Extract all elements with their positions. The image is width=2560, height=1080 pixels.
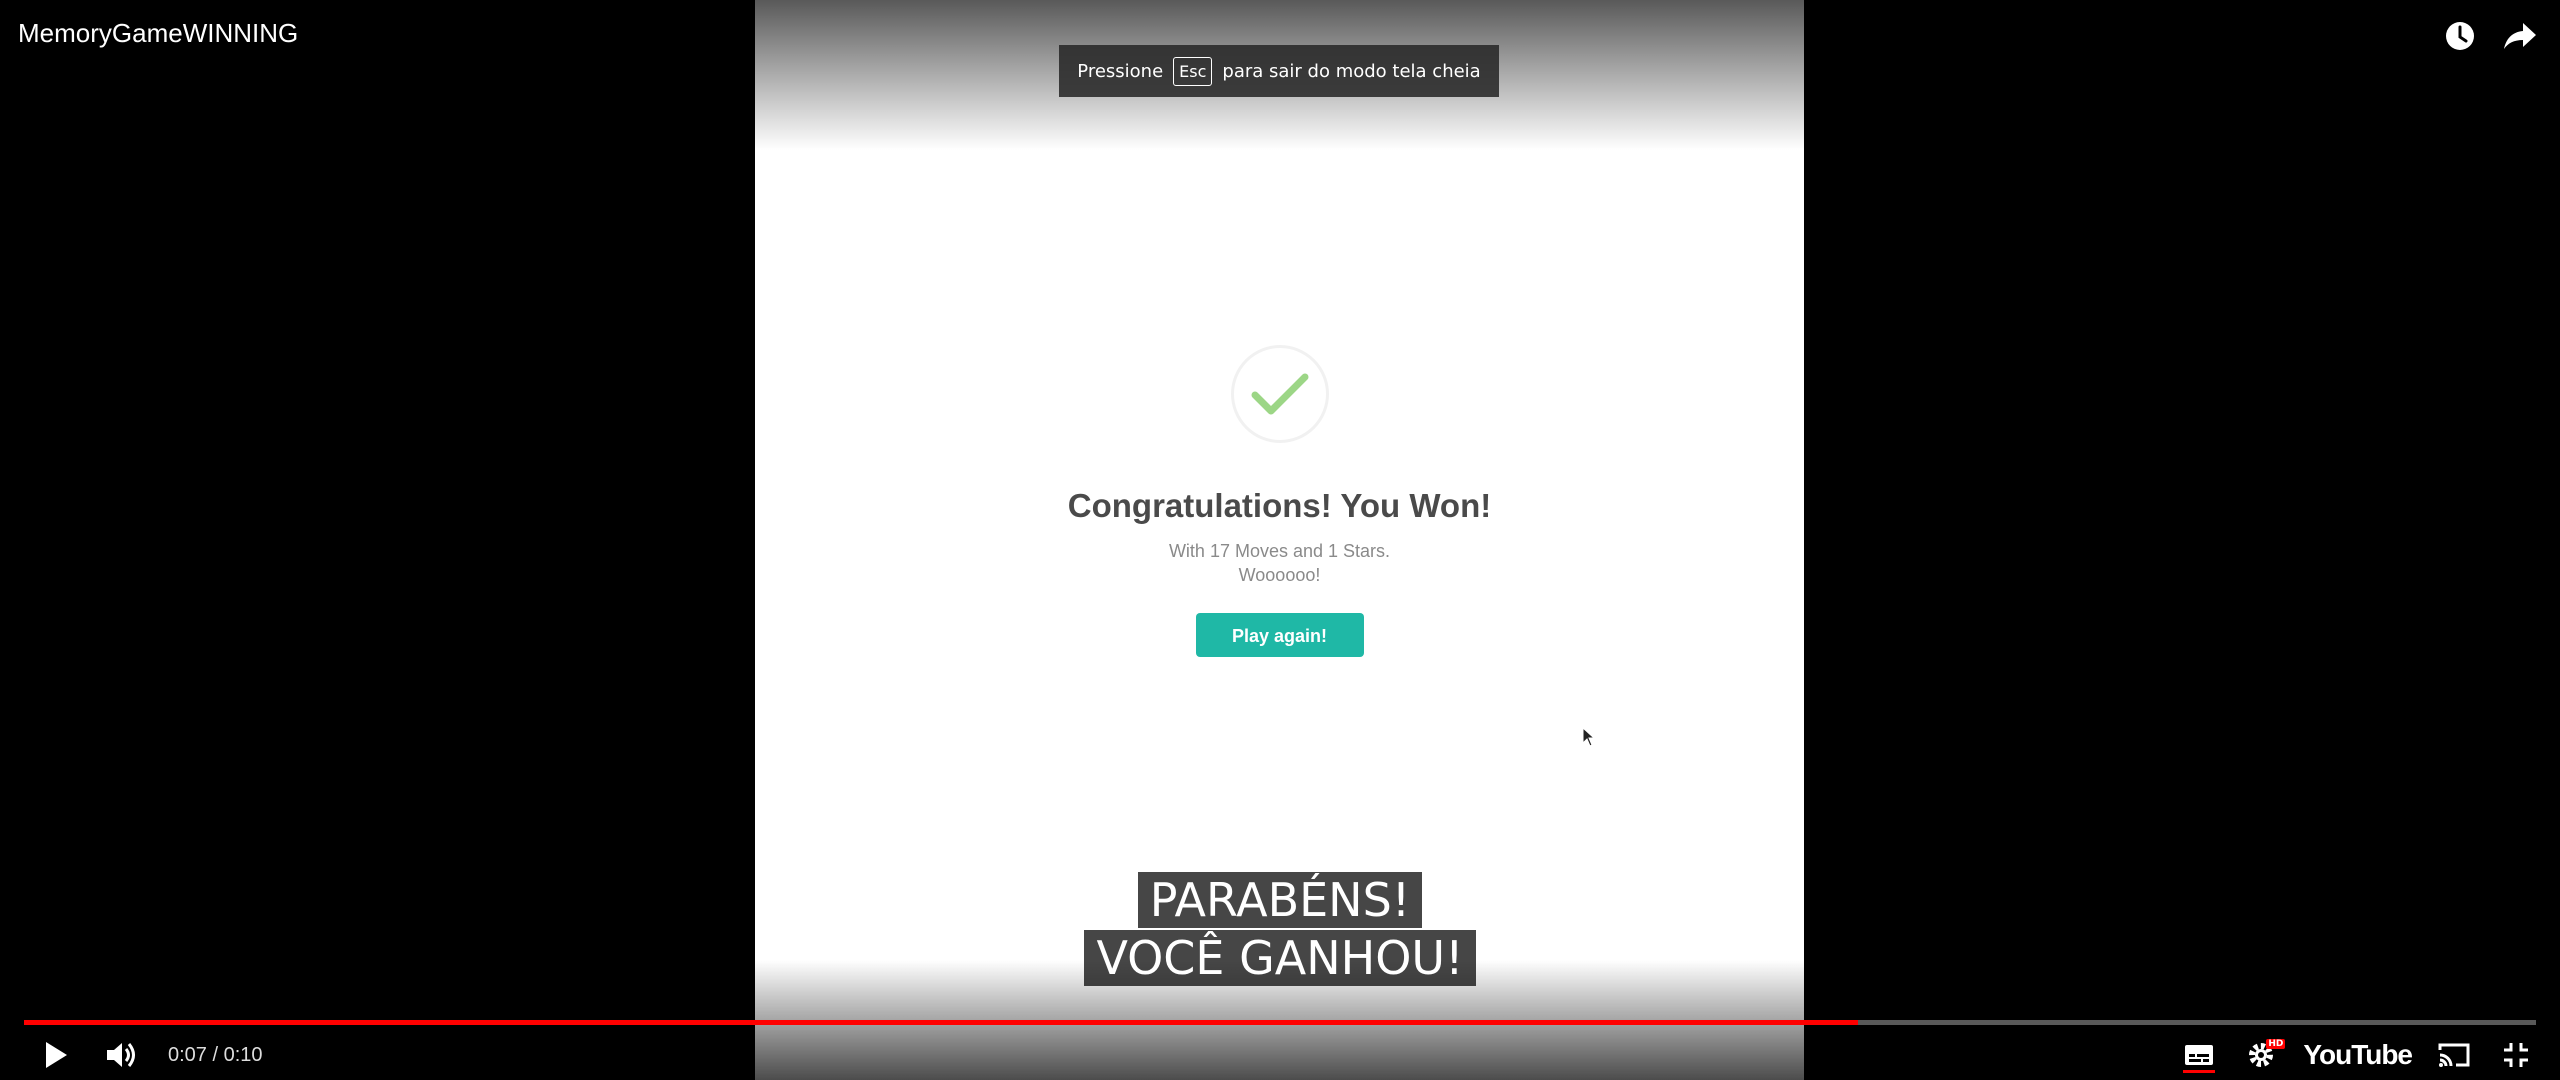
cast-button[interactable] <box>2434 1035 2474 1075</box>
hd-badge: HD <box>2266 1039 2286 1049</box>
share-icon <box>2504 23 2536 49</box>
play-icon <box>46 1042 67 1068</box>
win-title: Congratulations! You Won! <box>1067 487 1492 524</box>
youtube-logo[interactable]: YouTube <box>2303 1039 2413 1071</box>
progress-bar[interactable] <box>24 1020 2536 1025</box>
subtitles-icon <box>2185 1045 2214 1065</box>
win-panel: Congratulations! You Won! With 17 Moves … <box>755 345 1804 657</box>
time-display: 0:07 / 0:10 <box>168 1043 263 1066</box>
exit-fullscreen-button[interactable] <box>2496 1035 2536 1075</box>
notice-prefix: Pressione <box>1077 60 1164 82</box>
captions: PARABÉNS! VOCÊ GANHOU! <box>0 872 2560 988</box>
controls-left: 0:07 / 0:10 <box>36 1030 263 1080</box>
player-controls: 0:07 / 0:10 HD YouTube <box>0 1030 2560 1080</box>
subtitles-button[interactable] <box>2179 1035 2219 1075</box>
controls-right: HD YouTube <box>2179 1030 2536 1080</box>
play-button[interactable] <box>36 1035 76 1075</box>
watch-later-button[interactable] <box>2440 16 2480 56</box>
stats-line: With 17 Moves and 1 Stars. <box>1168 541 1391 561</box>
esc-key: Esc <box>1173 56 1213 86</box>
mouse-cursor-icon <box>1582 727 1596 747</box>
share-button[interactable] <box>2500 16 2540 56</box>
watch-later-icon <box>2446 22 2474 50</box>
fullscreen-exit-notice: Pressione Esc para sair do modo tela che… <box>1059 45 1499 97</box>
video-title[interactable]: MemoryGameWINNING <box>18 18 298 49</box>
win-stats: With 17 Moves and 1 Stars. Woooooo! <box>755 539 1804 587</box>
caption-line-2: VOCÊ GANHOU! <box>1084 930 1476 986</box>
caption-line-1: PARABÉNS! <box>1137 872 1423 928</box>
exit-fullscreen-icon <box>2504 1043 2528 1067</box>
top-right-actions <box>2440 16 2540 56</box>
volume-icon <box>107 1043 135 1067</box>
success-badge <box>1230 345 1329 443</box>
play-again-button[interactable]: Play again! <box>1195 613 1364 657</box>
cast-icon <box>2438 1043 2470 1067</box>
progress-played <box>24 1020 1858 1025</box>
settings-button[interactable]: HD <box>2241 1035 2286 1075</box>
volume-button[interactable] <box>102 1035 142 1075</box>
cheer-line: Woooooo! <box>1238 565 1321 585</box>
notice-suffix: para sair do modo tela cheia <box>1222 60 1481 82</box>
checkmark-icon <box>1251 373 1308 415</box>
